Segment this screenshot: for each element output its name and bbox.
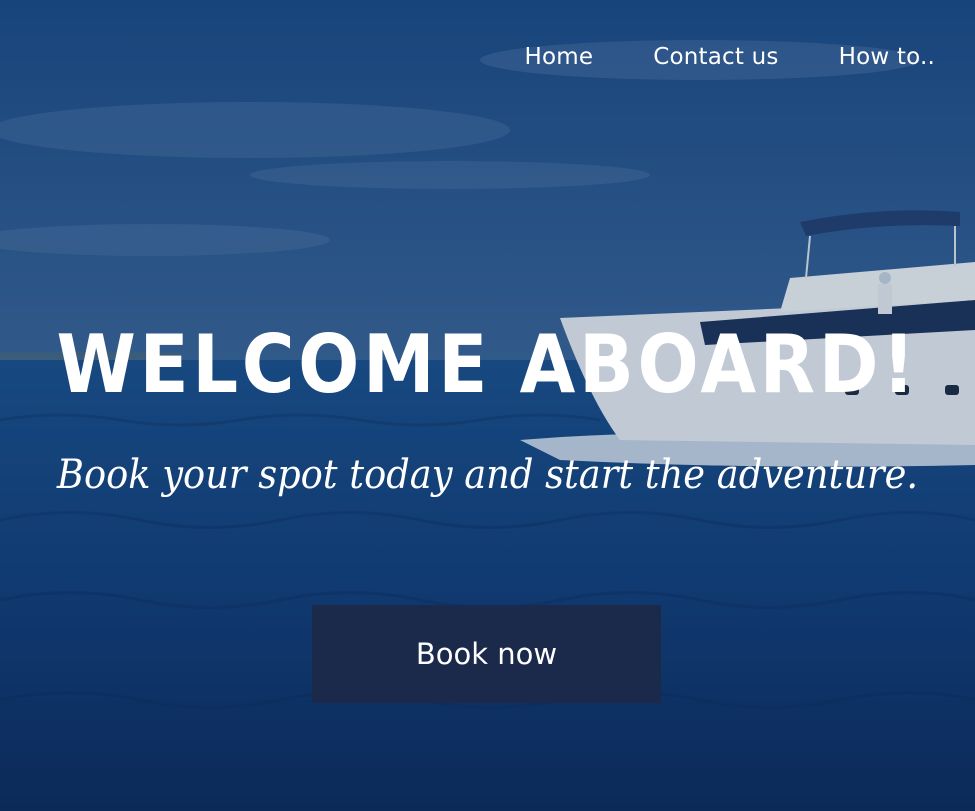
hero-section: Home Contact us How to.. WELCOME ABOARD!…: [0, 0, 975, 811]
nav-how-to-link[interactable]: How to..: [839, 44, 935, 70]
hero-subtitle: Book your spot today and start the adven…: [56, 452, 919, 498]
book-now-button[interactable]: Book now: [312, 605, 661, 703]
hero-title: WELCOME ABOARD!: [56, 318, 919, 411]
nav-home-link[interactable]: Home: [525, 44, 594, 70]
nav-contact-link[interactable]: Contact us: [653, 44, 778, 70]
top-nav: Home Contact us How to..: [525, 44, 936, 70]
